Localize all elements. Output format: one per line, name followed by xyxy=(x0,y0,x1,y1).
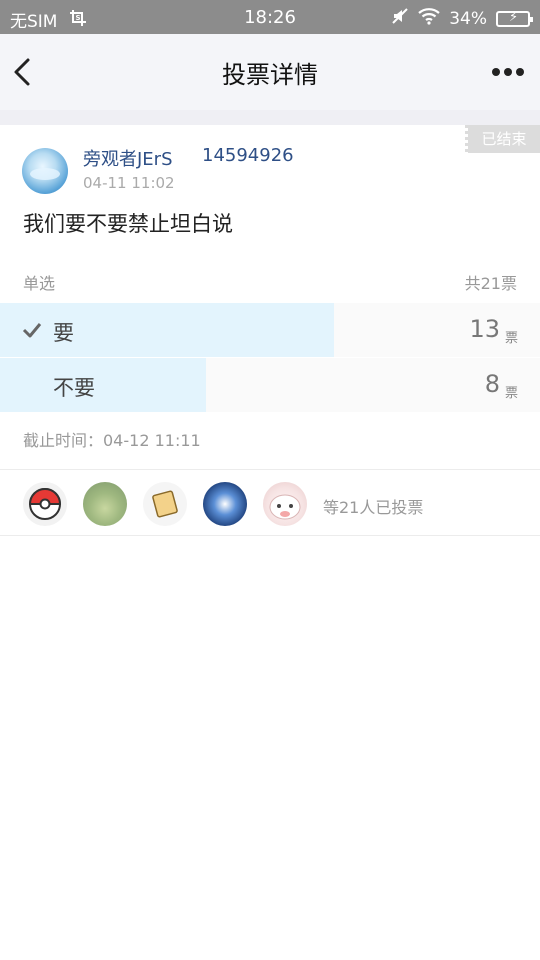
vote-option-label: 不要 xyxy=(53,376,95,400)
status-badge: 已结束 xyxy=(465,125,540,153)
battery-percent: 34% xyxy=(449,8,487,29)
voters-row[interactable]: 等21人已投票 xyxy=(0,470,540,536)
vote-option-unit: 票 xyxy=(504,331,518,346)
nav-bar: 投票详情 xyxy=(0,34,540,110)
divider xyxy=(0,535,540,536)
vote-type: 单选 xyxy=(23,274,56,293)
vote-deadline: 截止时间：04-12 11:11 xyxy=(23,431,201,450)
vote-option-count: 13 xyxy=(469,315,500,343)
landscape-avatar[interactable] xyxy=(83,482,127,526)
vote-option-unit: 票 xyxy=(504,386,518,401)
author-avatar[interactable] xyxy=(22,148,68,194)
vote-option[interactable]: 要 13 票 xyxy=(0,303,540,357)
section-gap xyxy=(0,110,540,125)
check-icon xyxy=(22,321,42,339)
vote-option[interactable]: 不要 8 票 xyxy=(0,358,540,412)
page-title: 投票详情 xyxy=(222,61,318,89)
post-time: 04-11 11:02 xyxy=(83,174,175,192)
voters-summary: 等21人已投票 xyxy=(323,498,424,517)
status-bar: 无SIM S 18:26 34% ⚡ xyxy=(0,0,540,34)
vote-option-fill xyxy=(0,303,335,357)
vote-total: 共21票 xyxy=(464,274,517,293)
pokeball-avatar[interactable] xyxy=(23,482,67,526)
mute-icon xyxy=(391,7,409,30)
more-dots-icon[interactable] xyxy=(486,52,530,92)
battery-charging-icon: ⚡ xyxy=(496,10,533,27)
author-name[interactable]: 旁观者JErS xyxy=(83,145,173,171)
author-id[interactable]: 14594926 xyxy=(202,145,294,166)
wifi-icon xyxy=(418,7,440,30)
sticker-avatar[interactable] xyxy=(143,482,187,526)
status-right: 34% ⚡ xyxy=(382,7,533,30)
vote-option-count: 8 xyxy=(484,370,500,398)
anime-character-avatar[interactable] xyxy=(203,482,247,526)
vote-question: 我们要不要禁止坦白说 xyxy=(23,212,233,236)
cat-avatar[interactable] xyxy=(263,482,307,526)
vote-option-fill xyxy=(0,358,206,412)
vote-option-label: 要 xyxy=(53,321,74,345)
